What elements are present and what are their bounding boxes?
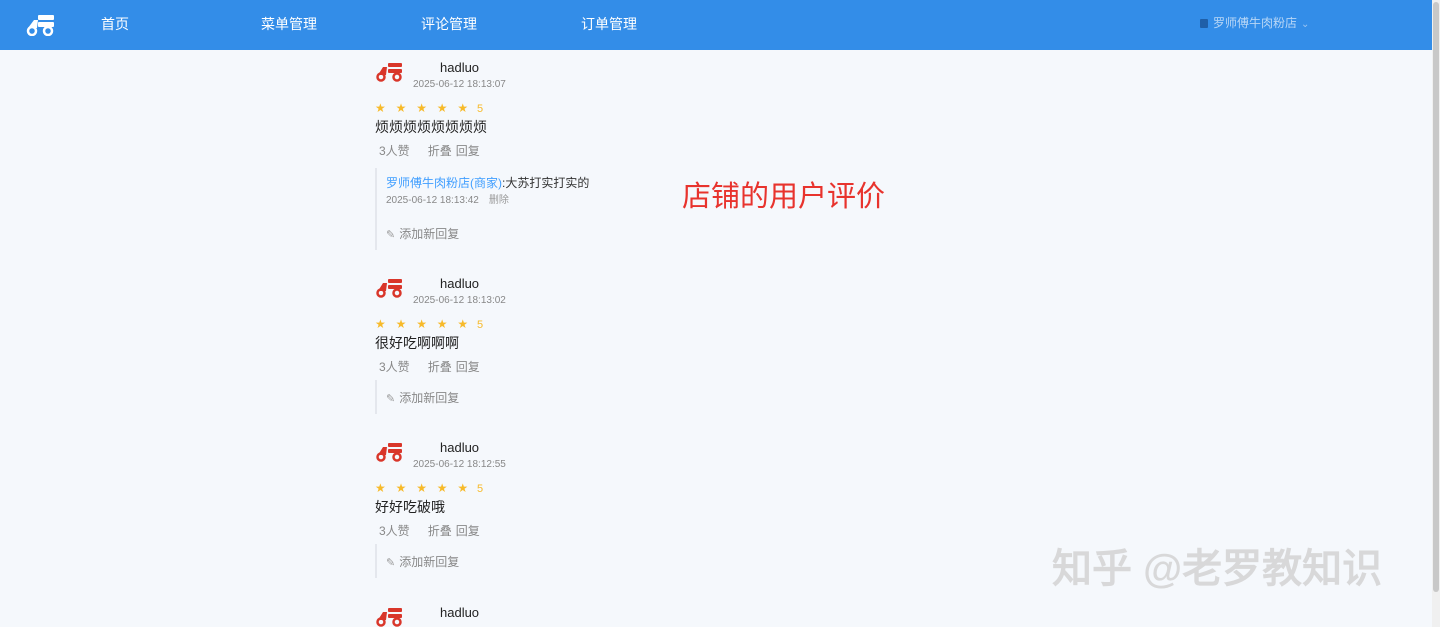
avatar — [376, 279, 402, 298]
star-rating: ★ ★ ★ ★ ★ 5 — [375, 101, 483, 115]
nav-review-management[interactable]: 评论管理 — [421, 15, 477, 33]
review-username: hadluo — [440, 440, 480, 455]
star-icon: ★ — [436, 481, 448, 495]
star-icon: ★ — [416, 101, 427, 115]
avatar — [376, 608, 402, 627]
review-time: 2025-06-12 18:12:55 — [413, 459, 506, 470]
review-username: hadluo — [440, 605, 480, 620]
scrollbar-thumb[interactable] — [1433, 2, 1439, 592]
review-username: hadluo — [440, 60, 480, 75]
review-actions: 3人赞 折叠 回复 — [379, 144, 480, 158]
add-reply-button[interactable]: ✎ 添加新回复 — [386, 555, 459, 570]
add-reply-label: 添加新回复 — [399, 227, 460, 241]
merchant-reply-time: 2025-06-12 18:13:42 — [386, 195, 479, 206]
avatar — [376, 63, 402, 82]
add-reply-label: 添加新回复 — [399, 391, 460, 405]
fold-button[interactable]: 折叠 — [428, 144, 452, 158]
reply-button[interactable]: 回复 — [456, 524, 480, 538]
scooter-logo-icon[interactable] — [26, 14, 56, 36]
watermark: 知乎 @老罗教知识 — [1052, 547, 1383, 591]
add-reply-button[interactable]: ✎ 添加新回复 — [386, 227, 459, 242]
star-rating: ★ ★ ★ ★ ★ 5 — [375, 481, 483, 495]
review-username: hadluo — [440, 276, 480, 291]
merchant-reply-meta: 2025-06-12 18:13:42 删除 — [386, 195, 509, 207]
star-icon: ★ — [375, 101, 386, 115]
star-icon: ★ — [436, 317, 448, 331]
review-time: 2025-06-12 18:13:02 — [413, 295, 506, 306]
pencil-icon: ✎ — [386, 393, 396, 405]
like-count[interactable]: 3人赞 — [379, 144, 410, 158]
star-icon: ★ — [395, 317, 407, 331]
merchant-name-link[interactable]: 罗师傅牛肉粉店(商家) — [386, 176, 502, 190]
review-actions: 3人赞 折叠 回复 — [379, 360, 480, 374]
rating-score: 5 — [476, 103, 484, 115]
star-icon: ★ — [416, 481, 427, 495]
add-reply-button[interactable]: ✎ 添加新回复 — [386, 391, 459, 406]
shop-dropdown[interactable]: 罗师傅牛肉粉店 ⌄ — [1200, 16, 1309, 32]
fold-button[interactable]: 折叠 — [428, 524, 452, 538]
rating-score: 5 — [476, 319, 484, 331]
avatar — [376, 443, 402, 462]
star-rating: ★ ★ ★ ★ ★ 5 — [375, 317, 483, 331]
star-icon: ★ — [395, 101, 407, 115]
star-icon: ★ — [416, 317, 427, 331]
nav-home[interactable]: 首页 — [101, 15, 129, 33]
delete-reply-button[interactable]: 删除 — [489, 195, 509, 206]
fold-button[interactable]: 折叠 — [428, 360, 452, 374]
rating-score: 5 — [476, 483, 484, 495]
star-icon: ★ — [375, 481, 386, 495]
top-navigation-bar: 首页 菜单管理 评论管理 订单管理 罗师傅牛肉粉店 ⌄ — [0, 0, 1432, 50]
shop-icon — [1200, 19, 1208, 28]
review-actions: 3人赞 折叠 回复 — [379, 524, 480, 538]
like-count[interactable]: 3人赞 — [379, 360, 410, 374]
add-reply-label: 添加新回复 — [399, 555, 460, 569]
review-text: 好好吃破哦 — [375, 499, 445, 515]
merchant-reply: 罗师傅牛肉粉店(商家):大苏打实打实的 — [386, 176, 589, 190]
star-icon: ★ — [457, 317, 469, 331]
review-text: 很好吃啊啊啊 — [375, 335, 459, 351]
review-item: hadluo — [375, 605, 795, 627]
reply-button[interactable]: 回复 — [456, 360, 480, 374]
review-text: 烦烦烦烦烦烦烦烦 — [375, 119, 487, 135]
merchant-reply-text: :大苏打实打实的 — [502, 176, 590, 190]
star-icon: ★ — [375, 317, 386, 331]
nav-menu-management[interactable]: 菜单管理 — [261, 15, 317, 33]
page-scrollbar[interactable] — [1432, 0, 1440, 627]
reply-section: ✎ 添加新回复 — [375, 544, 675, 578]
annotation-label: 店铺的用户评价 — [682, 181, 886, 213]
star-icon: ★ — [457, 481, 469, 495]
like-count[interactable]: 3人赞 — [379, 524, 410, 538]
reply-section: 罗师傅牛肉粉店(商家):大苏打实打实的 2025-06-12 18:13:42 删… — [375, 168, 675, 250]
shop-name: 罗师傅牛肉粉店 — [1213, 16, 1298, 30]
review-time: 2025-06-12 18:13:07 — [413, 79, 506, 90]
pencil-icon: ✎ — [386, 229, 396, 241]
reply-section: ✎ 添加新回复 — [375, 380, 675, 414]
star-icon: ★ — [395, 481, 407, 495]
chevron-down-icon: ⌄ — [1301, 19, 1310, 30]
reply-button[interactable]: 回复 — [456, 144, 480, 158]
pencil-icon: ✎ — [386, 557, 396, 569]
nav-order-management[interactable]: 订单管理 — [581, 15, 637, 33]
star-icon: ★ — [457, 101, 469, 115]
star-icon: ★ — [436, 101, 448, 115]
